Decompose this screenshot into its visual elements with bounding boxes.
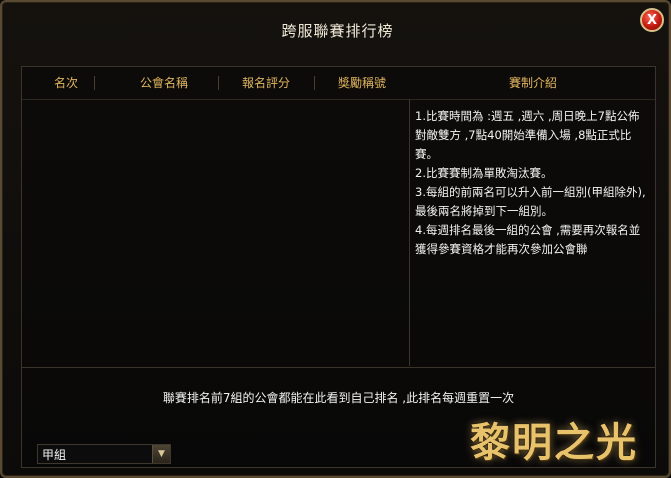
column-score: 報名評分	[241, 76, 290, 90]
close-button[interactable]: X	[640, 8, 664, 32]
leaderboard-window: 跨服聯賽排行榜 X 名次 公會名稱 報名評分 獎勵稱號 賽制介紹 1.比賽時間為…	[0, 0, 671, 478]
column-divider	[94, 76, 95, 90]
chevron-down-icon[interactable]: ▼	[152, 445, 170, 463]
column-rank: 名次	[53, 76, 78, 90]
rule-item: 3.每組的前兩名可以升入前一組別(甲組除外),最後兩名將掉到下一組別。	[415, 185, 646, 218]
window-title: 跨服聯賽排行榜	[281, 22, 394, 40]
column-reward-title: 獎勵稱號	[337, 76, 386, 90]
column-guild-name: 公會名稱	[139, 76, 188, 90]
group-select-value: 甲組	[42, 447, 67, 462]
group-select[interactable]: 甲組 ▼	[37, 444, 171, 464]
rule-item: 1.比賽時間為 :週五 ,週六 ,周日晚上7點公佈對敵雙方 ,7點40開始準備入…	[415, 109, 640, 161]
game-logo: 黎明之光	[454, 394, 664, 474]
table-header: 名次 公會名稱 報名評分 獎勵稱號 賽制介紹	[22, 67, 655, 100]
rule-item: 2.比賽賽制為單敗淘汰賽。	[415, 166, 553, 180]
column-rules: 賽制介紹	[508, 76, 557, 90]
footer-divider	[22, 367, 655, 368]
rule-item: 4.每週排名最後一組的公會 ,需要再次報名並獲得參賽資格才能再次參加公會聯	[415, 223, 641, 256]
rules-text: 1.比賽時間為 :週五 ,週六 ,周日晚上7點公佈對敵雙方 ,7點40開始準備入…	[415, 107, 650, 259]
close-icon: X	[646, 12, 658, 28]
logo-text: 黎明之光	[470, 419, 638, 466]
rules-divider	[409, 99, 410, 366]
